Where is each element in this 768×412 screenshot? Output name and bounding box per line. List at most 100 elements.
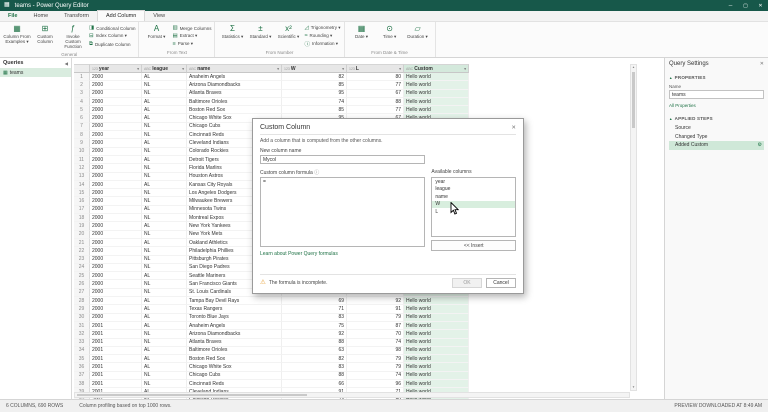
- data-cell[interactable]: NL: [142, 214, 187, 222]
- data-cell[interactable]: 85: [282, 106, 347, 114]
- data-cell[interactable]: 66: [282, 380, 347, 388]
- ok-button[interactable]: OK: [452, 278, 482, 288]
- data-cell[interactable]: Hello world: [404, 90, 469, 98]
- data-cell[interactable]: AL: [142, 305, 187, 313]
- data-cell[interactable]: NL: [142, 123, 187, 131]
- data-cell[interactable]: Boston Red Sox: [187, 106, 282, 114]
- horizontal-scrollbar[interactable]: [74, 392, 630, 398]
- filter-icon[interactable]: ▾: [182, 67, 184, 71]
- status-profiling[interactable]: Column profiling based on top 1000 rows.: [79, 403, 171, 409]
- data-cell[interactable]: 77: [347, 106, 404, 114]
- row-number-cell[interactable]: 25: [74, 272, 90, 280]
- data-cell[interactable]: 88: [347, 98, 404, 106]
- data-cell[interactable]: AL: [142, 322, 187, 330]
- data-cell[interactable]: Arizona Diamondbacks: [187, 330, 282, 338]
- column-header-year[interactable]: 123year▾: [90, 64, 142, 73]
- row-number-cell[interactable]: 36: [74, 363, 90, 371]
- button-index-column[interactable]: ⊟Index Column ▾: [89, 32, 135, 40]
- data-cell[interactable]: 2000: [90, 123, 142, 131]
- row-number-cell[interactable]: 32: [74, 330, 90, 338]
- data-cell[interactable]: 74: [347, 339, 404, 347]
- row-number-cell[interactable]: 31: [74, 322, 90, 330]
- row-number-cell[interactable]: 22: [74, 247, 90, 255]
- data-cell[interactable]: 87: [347, 322, 404, 330]
- row-number-cell[interactable]: 2: [74, 81, 90, 89]
- data-cell[interactable]: 95: [282, 90, 347, 98]
- data-cell[interactable]: NL: [142, 164, 187, 172]
- data-cell[interactable]: Hello world: [404, 372, 469, 380]
- row-number-cell[interactable]: 26: [74, 280, 90, 288]
- button-time[interactable]: ⊙Time ▾: [376, 23, 404, 49]
- data-cell[interactable]: 2001: [90, 322, 142, 330]
- data-cell[interactable]: 2000: [90, 81, 142, 89]
- data-cell[interactable]: 2000: [90, 280, 142, 288]
- data-cell[interactable]: 79: [347, 355, 404, 363]
- filter-icon[interactable]: ▾: [137, 67, 139, 71]
- select-all-corner[interactable]: [74, 64, 90, 73]
- data-cell[interactable]: 2000: [90, 314, 142, 322]
- data-cell[interactable]: 2000: [90, 239, 142, 247]
- data-cell[interactable]: NL: [142, 173, 187, 181]
- data-cell[interactable]: NL: [142, 339, 187, 347]
- query-name-input[interactable]: [669, 90, 764, 99]
- data-cell[interactable]: 2001: [90, 347, 142, 355]
- data-cell[interactable]: NL: [142, 148, 187, 156]
- data-cell[interactable]: 2001: [90, 339, 142, 347]
- query-item-teams[interactable]: ▦teams: [0, 68, 71, 77]
- learn-formulas-link[interactable]: Learn about Power Query formulas: [260, 251, 425, 257]
- column-header-league[interactable]: ABCleague▾: [142, 64, 187, 73]
- data-cell[interactable]: 92: [282, 330, 347, 338]
- row-number-cell[interactable]: 30: [74, 314, 90, 322]
- data-cell[interactable]: 2000: [90, 247, 142, 255]
- data-cell[interactable]: 74: [282, 98, 347, 106]
- row-number-cell[interactable]: 28: [74, 297, 90, 305]
- data-cell[interactable]: Arizona Diamondbacks: [187, 81, 282, 89]
- data-cell[interactable]: AL: [142, 272, 187, 280]
- data-cell[interactable]: 2000: [90, 289, 142, 297]
- data-cell[interactable]: AL: [142, 314, 187, 322]
- row-number-cell[interactable]: 20: [74, 231, 90, 239]
- row-number-cell[interactable]: 6: [74, 114, 90, 122]
- data-cell[interactable]: 2000: [90, 148, 142, 156]
- data-cell[interactable]: Hello world: [404, 322, 469, 330]
- tab-view[interactable]: View: [145, 11, 173, 21]
- filter-icon[interactable]: ▾: [277, 67, 279, 71]
- data-cell[interactable]: Hello world: [404, 73, 469, 81]
- row-number-cell[interactable]: 15: [74, 189, 90, 197]
- filter-icon[interactable]: ▾: [399, 67, 401, 71]
- data-cell[interactable]: 2001: [90, 363, 142, 371]
- data-cell[interactable]: Toronto Blue Jays: [187, 314, 282, 322]
- row-number-cell[interactable]: 14: [74, 181, 90, 189]
- data-cell[interactable]: 2000: [90, 173, 142, 181]
- data-cell[interactable]: 88: [282, 372, 347, 380]
- data-cell[interactable]: 74: [347, 372, 404, 380]
- available-column-l[interactable]: L: [432, 208, 515, 216]
- vertical-scrollbar-thumb[interactable]: [632, 72, 635, 128]
- formula-input[interactable]: =: [260, 177, 425, 247]
- data-cell[interactable]: 2000: [90, 206, 142, 214]
- scroll-down-icon[interactable]: ▾: [631, 385, 636, 390]
- button-date[interactable]: ▦Date ▾: [348, 23, 376, 49]
- available-column-name[interactable]: name: [432, 193, 515, 201]
- row-number-cell[interactable]: 17: [74, 206, 90, 214]
- filter-icon[interactable]: ▾: [342, 67, 344, 71]
- data-cell[interactable]: Hello world: [404, 339, 469, 347]
- button-trigonometry[interactable]: ◿Trigonometry ▾: [304, 24, 340, 32]
- data-cell[interactable]: AL: [142, 355, 187, 363]
- close-button[interactable]: ✕: [753, 0, 768, 11]
- data-cell[interactable]: Hello world: [404, 330, 469, 338]
- data-cell[interactable]: 75: [282, 322, 347, 330]
- row-number-cell[interactable]: 29: [74, 305, 90, 313]
- data-cell[interactable]: AL: [142, 347, 187, 355]
- data-cell[interactable]: Hello world: [404, 314, 469, 322]
- row-number-cell[interactable]: 18: [74, 214, 90, 222]
- data-cell[interactable]: 2000: [90, 73, 142, 81]
- row-number-cell[interactable]: 3: [74, 90, 90, 98]
- maximize-button[interactable]: ▢: [738, 0, 753, 11]
- column-header-l[interactable]: 123L▾: [347, 64, 404, 73]
- row-number-cell[interactable]: 4: [74, 98, 90, 106]
- data-cell[interactable]: 63: [282, 347, 347, 355]
- data-cell[interactable]: NL: [142, 197, 187, 205]
- data-cell[interactable]: Texas Rangers: [187, 305, 282, 313]
- data-cell[interactable]: NL: [142, 264, 187, 272]
